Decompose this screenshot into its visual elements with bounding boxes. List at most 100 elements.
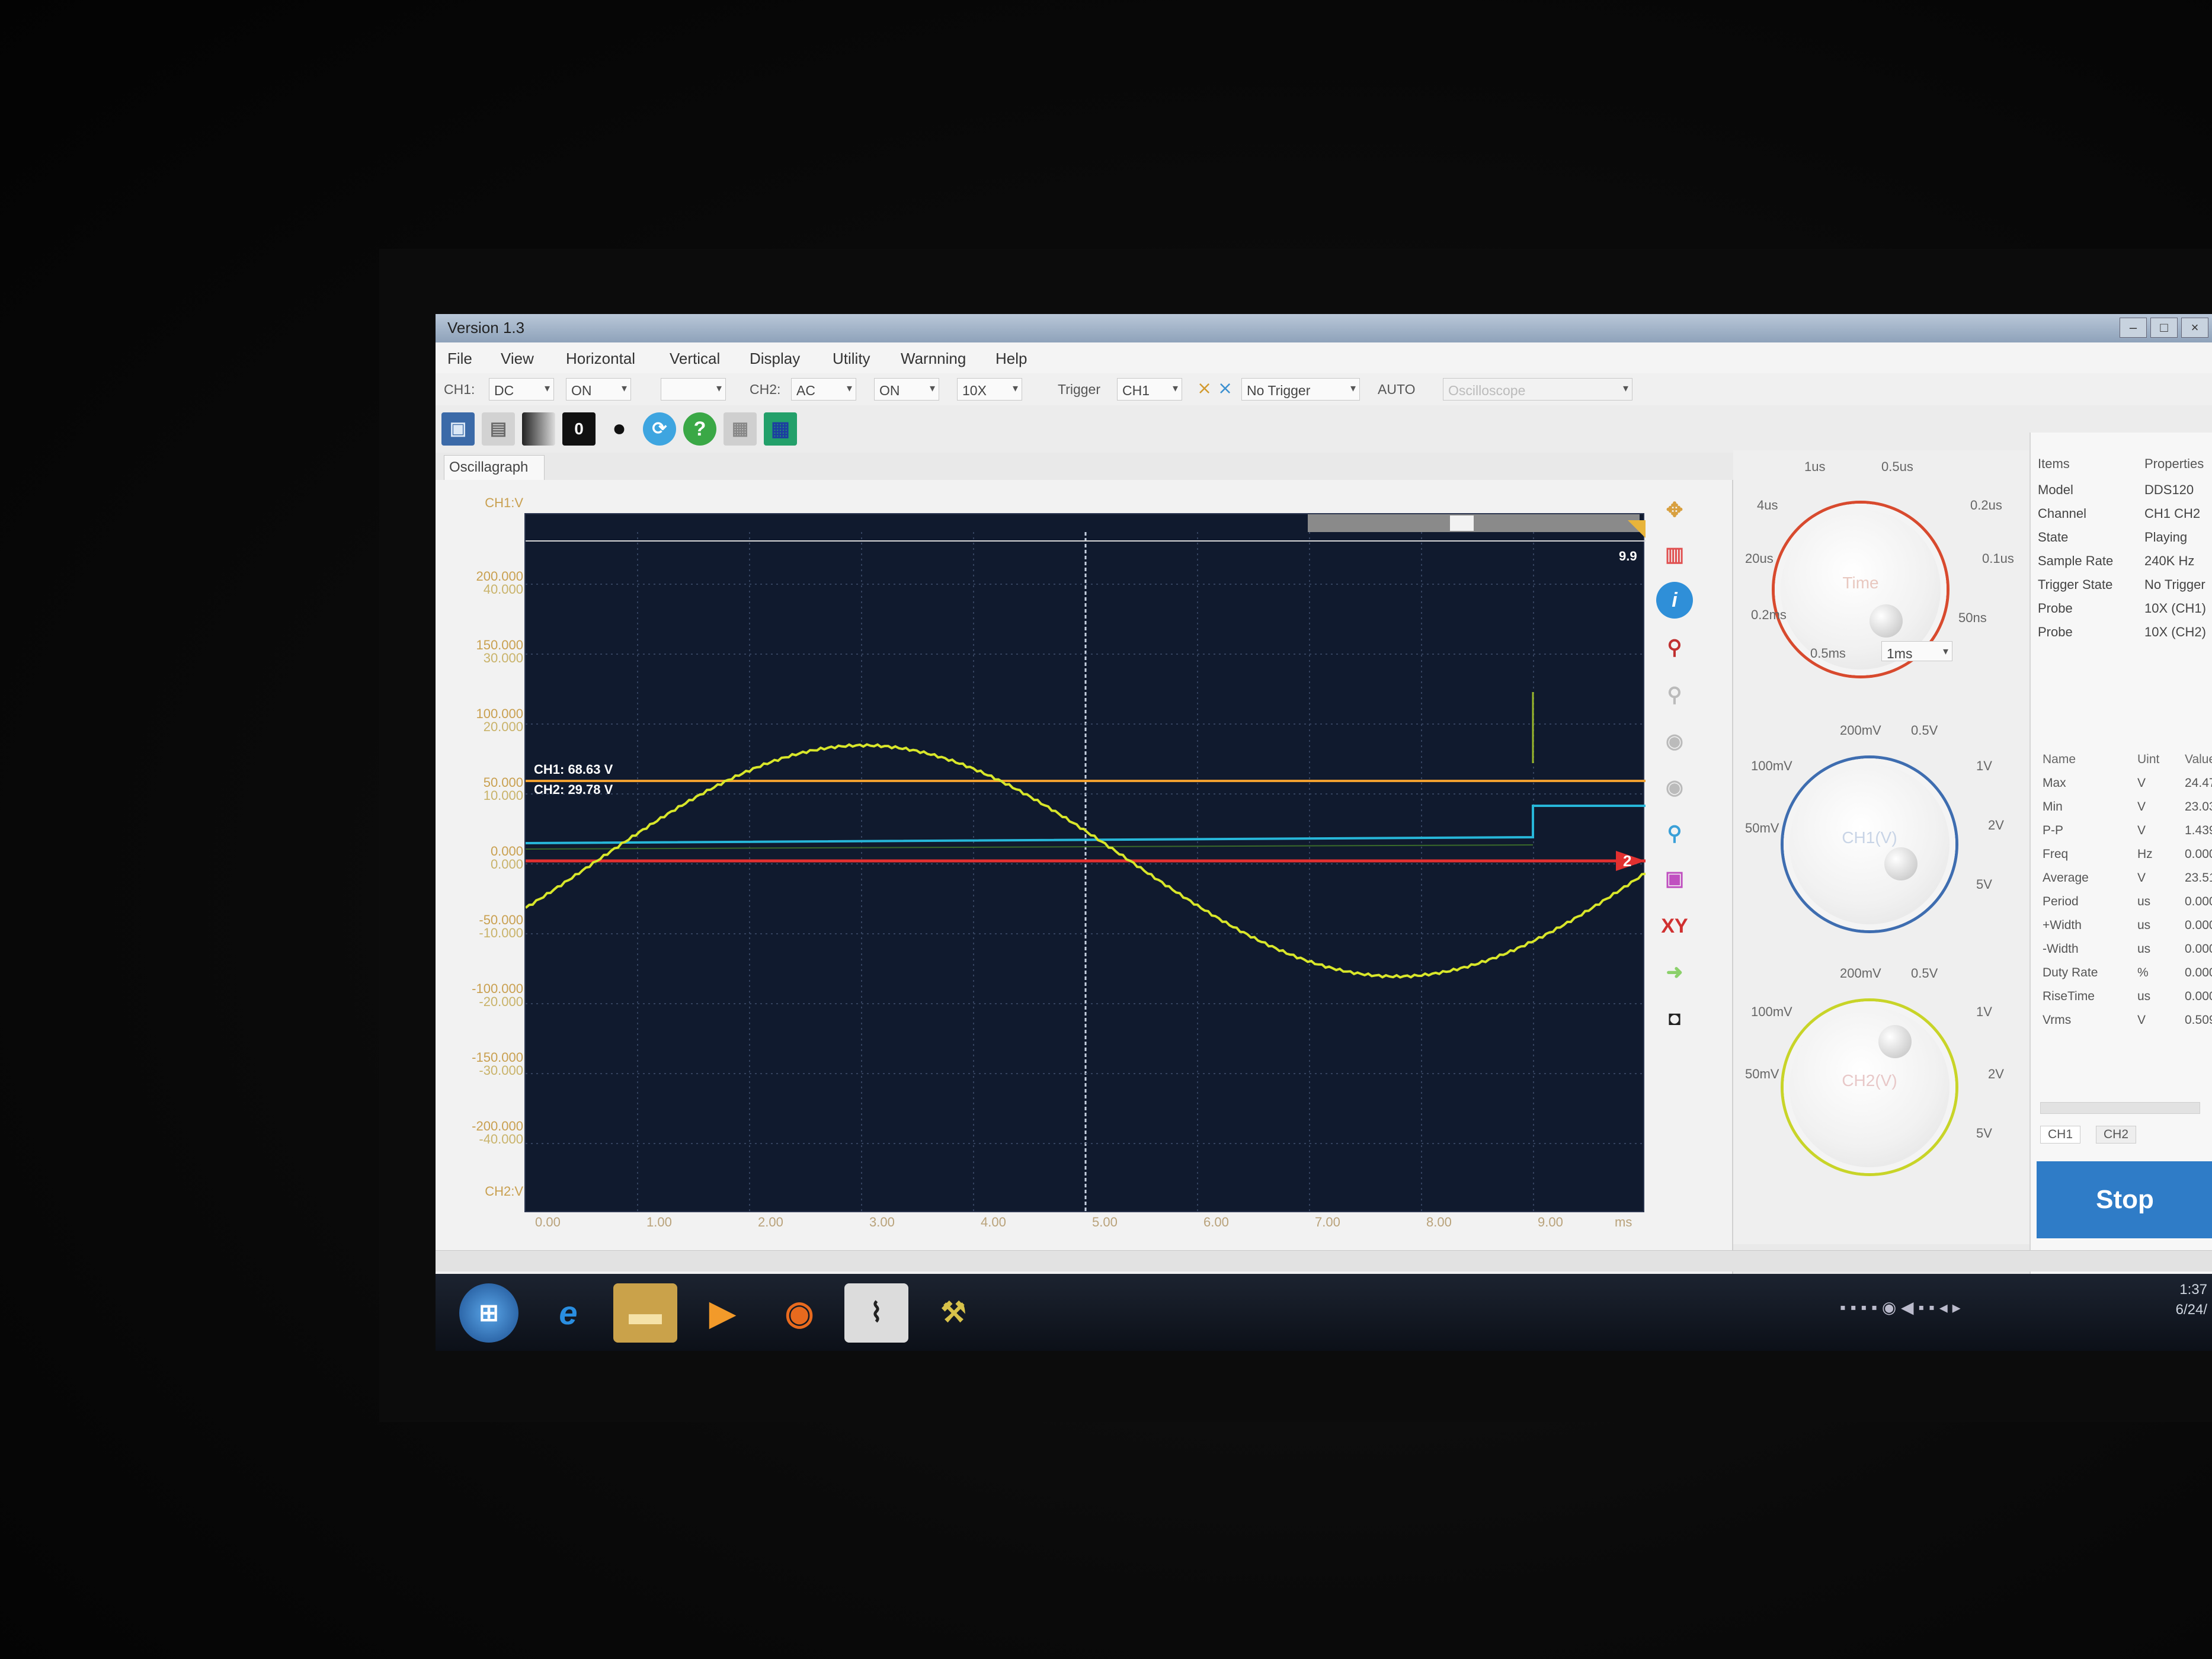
time-base-select[interactable]: 1ms xyxy=(1881,641,1952,661)
device-select[interactable]: Oscilloscope xyxy=(1443,378,1632,401)
menu-help[interactable]: Help xyxy=(995,350,1027,368)
prop-row: Channel CH1 CH2 xyxy=(2038,506,2201,521)
media-player-icon[interactable]: ▶ xyxy=(690,1283,754,1343)
ch1-label-50mV: 50mV xyxy=(1745,821,1779,835)
y-tick-6: -50.000 -10.000 xyxy=(479,912,523,940)
menu-bar: File View Horizontal Vertical Display Ut… xyxy=(436,342,2212,373)
camera-icon[interactable]: ⏺ xyxy=(603,412,636,446)
menu-file[interactable]: File xyxy=(447,350,472,368)
xy-mode-button[interactable]: XY xyxy=(1656,908,1693,944)
table-icon[interactable]: ▦ xyxy=(724,412,757,446)
toolbar: ▣ ▤ 0 ⏺ ⟳ ? ▦ ▦ xyxy=(436,405,2212,453)
y-tick-3: 100.000 20.000 xyxy=(476,706,523,734)
tab-oscillagraph[interactable]: Oscillagraph xyxy=(444,455,545,480)
fit-icon[interactable]: ◉ xyxy=(1656,769,1693,806)
close-button[interactable]: × xyxy=(2181,318,2208,338)
folder-icon[interactable]: ▬ xyxy=(613,1283,677,1343)
grid-icon[interactable]: ▦ xyxy=(764,412,797,446)
ch1-probe-select[interactable] xyxy=(661,378,726,401)
pan-icon[interactable]: ◉ xyxy=(1656,723,1693,760)
ruler-icon[interactable]: ▥ xyxy=(1656,536,1693,573)
ch1-volt-knob[interactable]: CH1(V) xyxy=(1784,758,1955,930)
time-label-50ns: 50ns xyxy=(1958,610,1987,625)
measure-row: RiseTimeus0.000 xyxy=(2043,989,2212,1003)
time-label-0.2ms: 0.2ms xyxy=(1751,607,1787,622)
search-icon[interactable]: ⚲ xyxy=(1656,815,1693,852)
clock[interactable]: 1:37 6/24/ xyxy=(2176,1280,2207,1320)
prop-row: Trigger State No Trigger xyxy=(2038,577,2205,592)
info-icon[interactable]: i xyxy=(1656,582,1693,619)
prop-row: Probe 10X (CH1) xyxy=(2038,601,2206,616)
measure-row: MinV23.03 xyxy=(2043,800,2212,814)
export-icon[interactable]: ➜ xyxy=(1656,954,1693,991)
ch1-coupling-select[interactable]: DC xyxy=(489,378,554,401)
internet-explorer-icon[interactable]: e xyxy=(536,1283,600,1343)
ch1-label-1V: 1V xyxy=(1976,758,1992,773)
ch1-label-100mV: 100mV xyxy=(1751,758,1792,773)
oscilloscope-app-icon[interactable]: ⌇ xyxy=(844,1283,908,1343)
print-icon[interactable]: ▤ xyxy=(482,412,515,446)
ch1-cursor-readout: CH1: 68.63 V xyxy=(534,762,613,777)
save-icon[interactable]: ▣ xyxy=(441,412,475,446)
zoom-icon[interactable]: ⚲ xyxy=(1656,629,1693,666)
measure-row: -Widthus0.000 xyxy=(2043,942,2212,956)
trigger-falling-icon[interactable]: ⨯ xyxy=(1218,378,1233,399)
minimize-button[interactable]: – xyxy=(2120,318,2147,338)
ch2-volt-knob[interactable]: CH2(V) xyxy=(1784,1001,1955,1173)
menu-warnning[interactable]: Warnning xyxy=(901,350,966,368)
time-label-0.1us: 0.1us xyxy=(1982,551,2014,566)
measure-tab-ch1[interactable]: CH1 xyxy=(2040,1126,2081,1144)
ch2-ghost-trace xyxy=(526,844,1534,850)
help-icon[interactable]: ? xyxy=(683,412,716,446)
move-icon[interactable]: ✥ xyxy=(1656,492,1693,529)
trigger-rising-icon[interactable]: ⨯ xyxy=(1197,378,1212,399)
ch1-state-select[interactable]: ON xyxy=(566,378,631,401)
x-tick: 7.00 xyxy=(1315,1215,1340,1229)
zoom-out-icon[interactable]: ⚲ xyxy=(1656,677,1693,713)
menu-utility[interactable]: Utility xyxy=(833,350,870,368)
menu-display[interactable]: Display xyxy=(750,350,800,368)
ch2-axis-label: CH2:V xyxy=(485,1184,523,1199)
ch2-coupling-select[interactable]: AC xyxy=(791,378,856,401)
x-tick: 4.00 xyxy=(981,1215,1006,1229)
trigger-source-select[interactable]: CH1 xyxy=(1117,378,1182,401)
waveform-display[interactable]: 2 CH1: 68.63 V CH2: 29.78 V 9.9 xyxy=(524,513,1646,1213)
ch2-state-select[interactable]: ON xyxy=(874,378,939,401)
measure-tab-ch2[interactable]: CH2 xyxy=(2096,1126,2137,1144)
y-tick-1: 200.000 40.000 xyxy=(476,569,523,597)
ch1-axis-label: CH1:V xyxy=(485,495,523,510)
firefox-icon[interactable]: ◉ xyxy=(767,1283,831,1343)
ch2-probe-select[interactable]: 10X xyxy=(957,378,1022,401)
menu-view[interactable]: View xyxy=(501,350,534,368)
measurements-scrollbar[interactable] xyxy=(2040,1102,2200,1114)
gradient-icon[interactable] xyxy=(522,412,555,446)
y-tick-8: -150.000 -30.000 xyxy=(472,1050,523,1078)
time-label-1us: 1us xyxy=(1804,459,1826,474)
menu-horizontal[interactable]: Horizontal xyxy=(566,350,635,368)
properties-header: Items Properties xyxy=(2038,456,2204,471)
refresh-icon[interactable]: ⟳ xyxy=(643,412,676,446)
trigger-state-select[interactable]: No Trigger xyxy=(1241,378,1360,401)
x-tick: 1.00 xyxy=(646,1215,672,1229)
scroll-thumb[interactable] xyxy=(1450,515,1474,531)
stop-button[interactable]: Stop xyxy=(2037,1161,2212,1238)
measure-row: AverageV23.51 xyxy=(2043,871,2212,885)
start-icon[interactable]: ⊞ xyxy=(459,1283,518,1343)
tools-icon[interactable]: ⚒ xyxy=(921,1283,985,1343)
tray-icons[interactable]: ▪ ▪ ▪ ▪ ◉ ◀ ▪ ▪ ◂ ▸ xyxy=(1840,1298,1961,1317)
ch1-label-5V: 5V xyxy=(1976,877,1992,892)
trigger-mode: AUTO xyxy=(1378,382,1416,397)
zero-button[interactable]: 0 xyxy=(562,412,596,446)
maximize-button[interactable]: □ xyxy=(2150,318,2178,338)
screenshot-camera-icon[interactable]: ◘ xyxy=(1656,1000,1693,1037)
menu-vertical[interactable]: Vertical xyxy=(670,350,720,368)
ch1-label: CH1: xyxy=(444,382,475,397)
ch2-label-2V: 2V xyxy=(1988,1066,2004,1081)
prop-row: Sample Rate 240K Hz xyxy=(2038,553,2195,568)
title-bar: Version 1.3 – □ × xyxy=(436,314,2212,342)
measure-row: Periodus0.000 xyxy=(2043,895,2212,908)
ch2-label-5V: 5V xyxy=(1976,1126,1992,1141)
y-tick-5: 0.000 0.000 xyxy=(490,844,523,872)
measure-row: FreqHz0.000 xyxy=(2043,847,2212,861)
palette-icon[interactable]: ▣ xyxy=(1656,860,1693,897)
